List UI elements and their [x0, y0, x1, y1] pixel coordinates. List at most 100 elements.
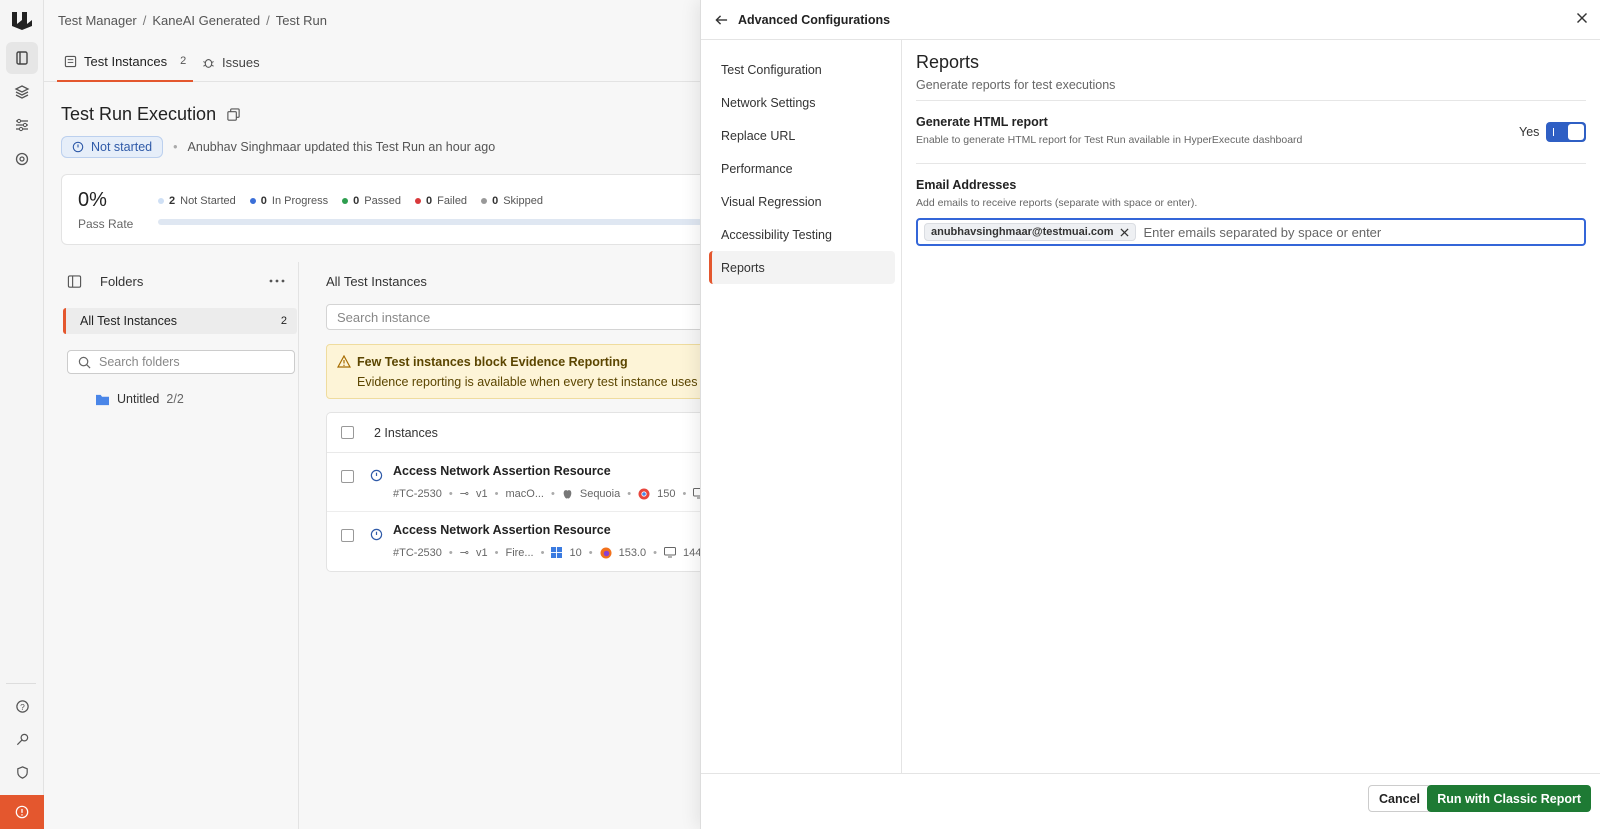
search-instance-input[interactable]: Search instance: [326, 304, 746, 330]
instance-os-version: 10: [569, 546, 582, 559]
clock-icon: [72, 141, 84, 153]
folder-icon: [96, 394, 109, 405]
config-nav: Test Configuration Network Settings Repl…: [701, 40, 902, 773]
app-logo-icon[interactable]: [10, 10, 34, 32]
help-icon[interactable]: ?: [6, 690, 38, 722]
email-input[interactable]: [1143, 221, 1584, 243]
search-placeholder: Search instance: [337, 309, 431, 325]
instance-browser-version: 153.0: [618, 546, 647, 559]
legend-not-started: 2 Not Started: [158, 195, 236, 207]
apple-icon: [563, 489, 572, 498]
firefox-icon: [600, 547, 612, 558]
instance-id: #TC-2530: [393, 487, 442, 500]
not-started-status-icon: [370, 469, 383, 482]
legend-passed: 0 Passed: [342, 195, 401, 207]
monitor-icon: [663, 547, 676, 558]
instance-id: #TC-2530: [393, 546, 442, 559]
panel-header: Advanced Configurations: [701, 0, 1600, 40]
instance-name[interactable]: Access Network Assertion Resource: [393, 523, 611, 537]
nav-replace-url[interactable]: Replace URL: [709, 119, 895, 152]
shield-icon[interactable]: [6, 756, 38, 788]
nav-reports[interactable]: Reports: [709, 251, 895, 284]
nav-test-configuration[interactable]: Test Configuration: [709, 53, 895, 86]
more-options-icon[interactable]: [269, 278, 285, 284]
run-with-classic-report-button[interactable]: Run with Classic Report: [1427, 785, 1591, 812]
folders-panel: Folders All Test Instances 2 Search fold…: [61, 262, 299, 829]
folder-label: All Test Instances: [80, 314, 178, 328]
instance-name[interactable]: Access Network Assertion Resource: [393, 464, 611, 478]
key-icon[interactable]: [6, 723, 38, 755]
remove-email-icon[interactable]: [1119, 227, 1129, 237]
table-row[interactable]: Access Network Assertion Resource #TC-25…: [327, 512, 745, 571]
left-rail: ?: [0, 0, 44, 829]
status-legend: 2 Not Started 0 In Progress 0 Passed 0 Faile…: [158, 195, 543, 207]
breadcrumb-item[interactable]: Test Run: [276, 13, 327, 28]
tab-test-instances[interactable]: Test Instances 2: [57, 42, 194, 82]
cancel-button[interactable]: Cancel: [1368, 785, 1431, 812]
instance-os-version: Sequoia: [579, 487, 621, 500]
commit-icon: ⊸: [459, 488, 469, 500]
settings-icon[interactable]: [6, 143, 38, 175]
nav-accessibility-testing[interactable]: Accessibility Testing: [709, 218, 895, 251]
instance-version: v1: [476, 487, 488, 500]
warning-title: Few Test instances block Evidence Report…: [357, 355, 628, 369]
folders-header: Folders: [61, 262, 299, 300]
test-manager-icon[interactable]: [6, 42, 38, 74]
back-arrow-icon[interactable]: [715, 14, 728, 26]
tab-label: Test Instances: [84, 53, 168, 69]
divider: [916, 100, 1586, 101]
nav-performance[interactable]: Performance: [709, 152, 895, 185]
alert-badge-icon[interactable]: [0, 795, 44, 829]
list-header: 2 Instances: [327, 413, 745, 453]
all-test-instances-folder[interactable]: All Test Instances 2: [63, 308, 297, 334]
nav-network-settings[interactable]: Network Settings: [709, 86, 895, 119]
legend-failed: 0 Failed: [414, 195, 467, 207]
tab-label: Issues: [222, 54, 260, 70]
instance-os: macO...: [505, 487, 544, 500]
copy-icon[interactable]: [226, 107, 241, 122]
email-chip-label: anubhavsinghmaar@testmuai.com: [931, 226, 1114, 238]
breadcrumb-item[interactable]: KaneAI Generated: [152, 13, 260, 28]
folder-item-untitled[interactable]: Untitled 2/2: [95, 392, 184, 406]
list-icon: [64, 55, 77, 67]
evidence-warning: Few Test instances block Evidence Report…: [326, 344, 746, 399]
layers-icon[interactable]: [6, 76, 38, 108]
search-folders-input[interactable]: Search folders: [67, 350, 295, 374]
close-icon[interactable]: [1576, 12, 1588, 24]
instance-browser-version: 150: [657, 487, 676, 500]
status-badge: Not started: [61, 136, 164, 158]
tab-count: 2: [180, 55, 187, 67]
legend-in-progress: 0 In Progress: [249, 195, 328, 207]
panel-title: Advanced Configurations: [738, 12, 891, 27]
html-report-description: Enable to generate HTML report for Test …: [916, 134, 1303, 146]
tab-issues[interactable]: Issues: [202, 42, 260, 82]
warning-body: Evidence reporting is available when eve…: [357, 375, 721, 389]
search-placeholder: Search folders: [99, 355, 180, 369]
filters-icon[interactable]: [6, 109, 38, 141]
search-icon: [78, 356, 91, 368]
legend-skipped: 0 Skipped: [481, 195, 543, 207]
breadcrumb-item[interactable]: Test Manager: [58, 13, 137, 28]
row-checkbox[interactable]: [341, 529, 354, 542]
html-report-label: Generate HTML report: [916, 115, 1048, 129]
table-row[interactable]: Access Network Assertion Resource #TC-25…: [327, 453, 745, 512]
select-all-checkbox[interactable]: [341, 426, 354, 439]
progress-bar: [158, 219, 758, 225]
instance-version: v1: [476, 546, 488, 559]
collapse-sidebar-icon[interactable]: [67, 274, 82, 289]
windows-icon: [551, 547, 563, 558]
instance-meta: #TC-2530• ⊸v1• Fire...• 10• 153.0• 1440x…: [393, 546, 719, 560]
pass-rate-label: Pass Rate: [78, 217, 134, 231]
email-addresses-description: Add emails to receive reports (separate …: [916, 197, 1198, 209]
nav-visual-regression[interactable]: Visual Regression: [709, 185, 895, 218]
instances-title: All Test Instances: [326, 274, 427, 289]
email-addresses-label: Email Addresses: [916, 178, 1017, 192]
pass-rate-value: 0%: [78, 189, 107, 211]
rail-divider: [6, 683, 36, 684]
email-input-box[interactable]: anubhavsinghmaar@testmuai.com: [916, 218, 1586, 246]
folders-title: Folders: [100, 273, 144, 289]
html-report-toggle[interactable]: [1546, 122, 1586, 142]
chrome-icon: [638, 488, 650, 499]
advanced-configurations-panel: Advanced Configurations Test Configurati…: [700, 0, 1600, 829]
row-checkbox[interactable]: [341, 470, 354, 483]
